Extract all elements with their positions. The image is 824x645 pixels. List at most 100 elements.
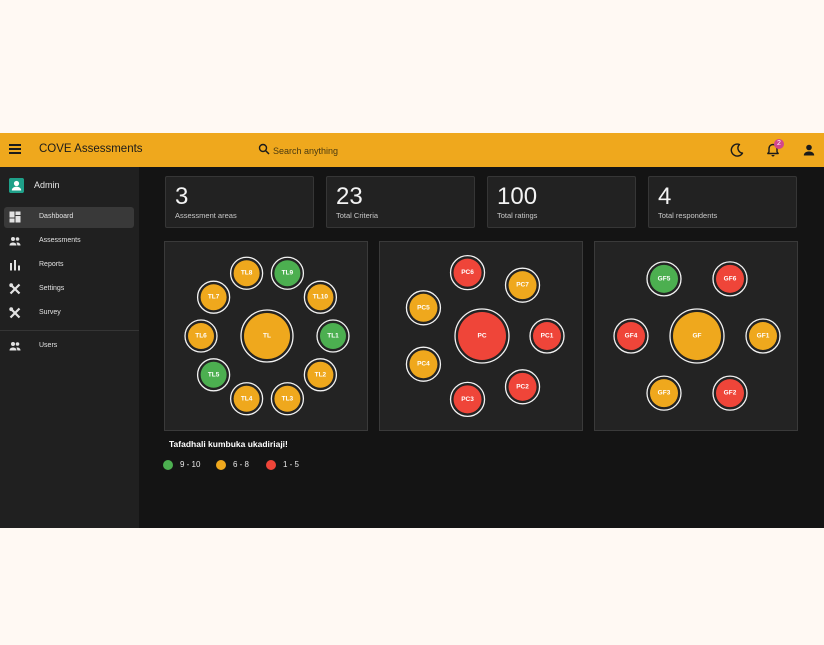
sidebar-divider xyxy=(0,330,139,331)
area-center-bubble-pc[interactable]: PC xyxy=(454,308,510,364)
criterion-bubble-pc1[interactable]: PC1 xyxy=(529,318,565,354)
area-center-bubble-gf[interactable]: GF xyxy=(669,308,725,364)
stat-card-total-ratings: 100 Total ratings xyxy=(487,176,636,228)
menu-icon[interactable] xyxy=(9,143,21,156)
bubble-label: TL2 xyxy=(315,371,327,378)
criterion-bubble-tl3[interactable]: TL3 xyxy=(270,382,305,416)
stat-card-total-criteria: 23 Total Criteria xyxy=(326,176,475,228)
bubble-label: GF3 xyxy=(658,390,671,397)
criterion-bubble-tl8[interactable]: TL8 xyxy=(229,256,264,290)
stat-card-assessment-areas: 3 Assessment areas xyxy=(165,176,314,228)
criterion-bubble-gf3[interactable]: GF3 xyxy=(646,375,682,411)
sidebar-item-settings[interactable]: Settings xyxy=(4,279,134,300)
tools-icon xyxy=(9,307,21,319)
user-name: Admin xyxy=(34,180,60,190)
bubble-label: TL7 xyxy=(208,294,220,301)
criterion-bubble-pc2[interactable]: PC2 xyxy=(504,369,541,405)
criterion-bubble-tl9[interactable]: TL9 xyxy=(270,256,305,290)
search-bar[interactable] xyxy=(258,142,458,159)
bubble-label: PC1 xyxy=(541,333,554,340)
bubble-label: TL4 xyxy=(241,395,253,402)
area-panel-tl: TL1 TL2 TL3 TL4 TL5 TL6 TL7 TL8 TL9 TL10 TL xyxy=(164,241,368,431)
criterion-bubble-tl1[interactable]: TL1 xyxy=(316,319,350,353)
bubble-label: PC6 xyxy=(461,269,474,276)
criterion-bubble-pc7[interactable]: PC7 xyxy=(504,267,541,303)
stat-value: 3 xyxy=(175,183,189,210)
criterion-bubble-tl7[interactable]: TL7 xyxy=(196,280,231,314)
bubble-chart-tl: TL1 TL2 TL3 TL4 TL5 TL6 TL7 TL8 TL9 TL10 TL xyxy=(184,256,350,416)
criterion-bubble-tl6[interactable]: TL6 xyxy=(184,319,218,353)
user-avatar-icon xyxy=(9,178,24,193)
stat-label: Assessment areas xyxy=(175,211,237,220)
legend-label: 1 - 5 xyxy=(283,460,300,469)
criterion-bubble-tl10[interactable]: TL10 xyxy=(303,280,338,314)
criterion-bubble-pc6[interactable]: PC6 xyxy=(449,254,486,291)
sidebar-item-assessments[interactable]: Assessments xyxy=(4,231,134,252)
stat-value: 100 xyxy=(497,183,538,210)
area-panel-gf: GF1 GF2 GF3 GF4 GF5 GF6 GF xyxy=(594,241,798,431)
criterion-bubble-pc4[interactable]: PC4 xyxy=(405,346,442,382)
criterion-bubble-gf4[interactable]: GF4 xyxy=(613,318,649,354)
bubble-chart-gf: GF1 GF2 GF3 GF4 GF5 GF6 GF xyxy=(613,261,781,411)
stat-card-total-respondents: 4 Total respondents xyxy=(648,176,797,228)
account-icon[interactable] xyxy=(801,142,817,158)
criterion-bubble-gf1[interactable]: GF1 xyxy=(745,318,781,354)
criterion-bubble-tl5[interactable]: TL5 xyxy=(196,358,231,392)
sidebar-item-dashboard[interactable]: Dashboard xyxy=(4,207,134,228)
user-profile[interactable]: Admin xyxy=(0,175,139,195)
criterion-bubble-pc5[interactable]: PC5 xyxy=(405,290,442,326)
bubble-label: TL5 xyxy=(208,371,220,378)
area-center-bubble-tl[interactable]: TL xyxy=(240,309,294,363)
bubble-label: GF2 xyxy=(724,390,737,397)
bubble-label: GF xyxy=(692,333,701,340)
bubble-label: TL1 xyxy=(327,333,339,340)
sidebar-item-survey[interactable]: Survey xyxy=(4,303,134,324)
sidebar-item-reports[interactable]: Reports xyxy=(4,255,134,276)
bubble-label: PC7 xyxy=(516,282,529,289)
sidebar-item-label: Settings xyxy=(39,285,65,292)
bubble-label: TL10 xyxy=(313,294,329,301)
people-icon xyxy=(9,342,21,351)
sidebar-item-label: Assessments xyxy=(39,237,81,244)
bubble-label: TL xyxy=(263,333,271,340)
stat-label: Total ratings xyxy=(497,211,538,220)
sidebar-item-label: Dashboard xyxy=(39,213,74,220)
criterion-bubble-pc3[interactable]: PC3 xyxy=(449,381,486,418)
bubble-label: GF1 xyxy=(757,333,770,340)
bubble-label: PC3 xyxy=(461,396,474,403)
criterion-bubble-gf5[interactable]: GF5 xyxy=(646,261,682,297)
legend-dot xyxy=(266,460,276,470)
search-icon xyxy=(258,143,270,155)
bubble-label: PC5 xyxy=(417,304,430,311)
people-icon xyxy=(9,237,21,246)
legend-dot xyxy=(216,460,226,470)
dark-mode-moon-icon[interactable] xyxy=(729,142,745,158)
sidebar: Admin Dashboard Assessments Reports Sett… xyxy=(0,167,139,528)
bubble-label: TL6 xyxy=(195,333,207,340)
bubble-label: PC xyxy=(477,333,486,340)
sidebar-item-label: Users xyxy=(39,342,58,349)
bubble-label: TL9 xyxy=(282,270,294,277)
bubble-label: GF5 xyxy=(658,275,671,282)
sidebar-item-label: Survey xyxy=(39,309,61,316)
stat-label: Total respondents xyxy=(658,211,718,220)
bubble-label: GF6 xyxy=(724,275,737,282)
app-window: COVE Assessments 2 Admi xyxy=(0,133,824,528)
criterion-bubble-gf2[interactable]: GF2 xyxy=(712,375,748,411)
bubble-label: PC2 xyxy=(516,383,529,390)
criterion-bubble-gf6[interactable]: GF6 xyxy=(712,261,748,297)
top-app-bar: COVE Assessments 2 xyxy=(0,133,824,167)
criterion-bubble-tl4[interactable]: TL4 xyxy=(229,382,264,416)
criterion-bubble-tl2[interactable]: TL2 xyxy=(303,358,338,392)
app-title: COVE Assessments xyxy=(39,143,143,155)
legend-dot xyxy=(163,460,173,470)
legend-label: 6 - 8 xyxy=(233,460,250,469)
sidebar-item-users[interactable]: Users xyxy=(4,336,134,357)
bubble-label: TL3 xyxy=(282,395,294,402)
search-input[interactable] xyxy=(273,142,453,159)
bar-chart-icon xyxy=(10,260,20,271)
bubble-label: TL8 xyxy=(241,270,253,277)
bubble-label: PC4 xyxy=(417,361,430,368)
area-panel-pc: PC1 PC2 PC3 PC4 PC5 PC6 PC7 PC xyxy=(379,241,583,431)
dashboard-icon xyxy=(9,211,21,223)
